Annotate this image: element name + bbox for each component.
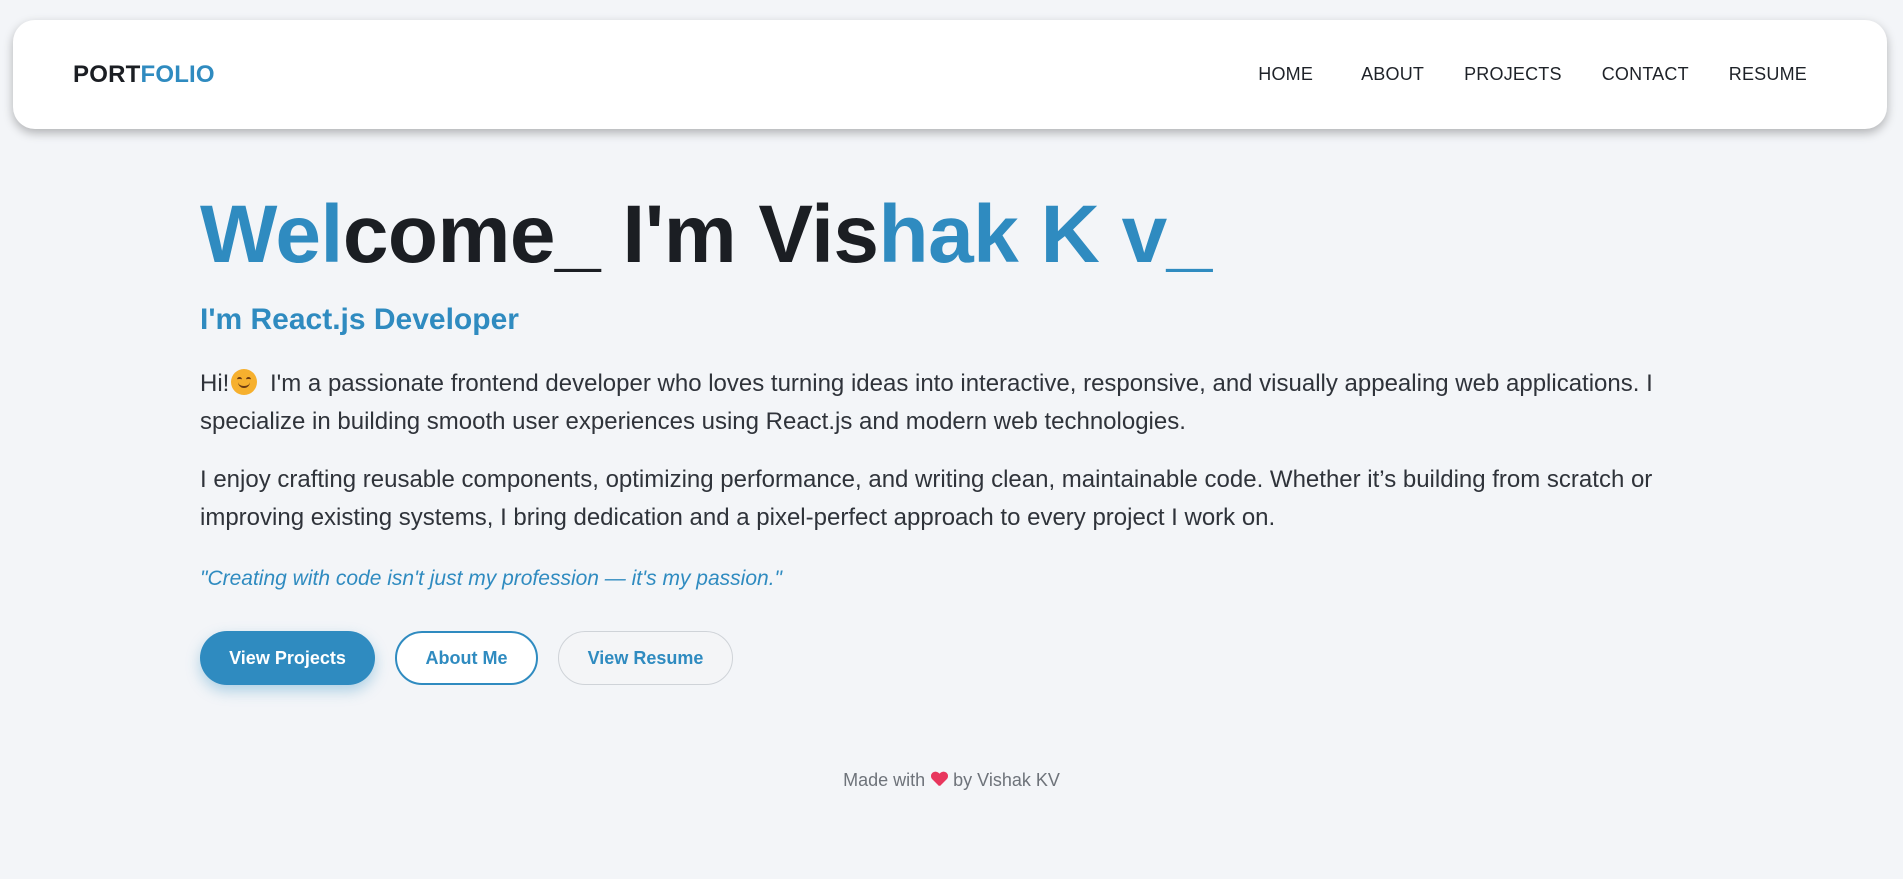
intro-paragraph: Hi! I'm a passionate frontend developer … — [200, 365, 1720, 441]
intro-text: I'm a passionate frontend developer who … — [200, 370, 1653, 435]
footer: Made with by Vishak KV — [0, 770, 1903, 791]
nav-link-resume[interactable]: RESUME — [1729, 64, 1807, 85]
logo[interactable]: PORTFOLIO — [73, 61, 215, 89]
heart-icon — [931, 772, 947, 788]
skills-paragraph: I enjoy crafting reusable components, op… — [200, 466, 1653, 531]
hero-headline: Welcome_ I'm Vishak K v_ — [200, 185, 1720, 285]
headline-part-2: come_ I'm Vis — [342, 189, 879, 280]
nav-link-contact[interactable]: CONTACT — [1602, 64, 1689, 85]
hero-subtitle: I'm React.js Developer — [200, 303, 519, 336]
view-resume-button[interactable]: View Resume — [558, 631, 733, 685]
nav-links: HOME ABOUT PROJECTS CONTACT RESUME — [1258, 64, 1807, 85]
view-projects-button[interactable]: View Projects — [200, 631, 375, 685]
intro-greeting: Hi! — [200, 370, 230, 397]
hero-quote: "Creating with code isn't just my profes… — [200, 567, 782, 590]
nav-link-about[interactable]: ABOUT — [1361, 64, 1424, 85]
hero-buttons: View Projects About Me View Resume — [200, 631, 1720, 685]
nav-link-projects[interactable]: PROJECTS — [1464, 64, 1562, 85]
hero-section: Welcome_ I'm Vishak K v_ I'm React.js De… — [200, 185, 1720, 685]
navbar: PORTFOLIO HOME ABOUT PROJECTS CONTACT RE… — [13, 20, 1887, 129]
logo-part-folio: FOLIO — [140, 60, 215, 88]
logo-part-port: PORT — [73, 60, 141, 88]
nav-link-home[interactable]: HOME — [1258, 64, 1313, 85]
about-me-button[interactable]: About Me — [395, 631, 538, 685]
headline-part-3: hak K v_ — [878, 189, 1212, 280]
smiling-face-icon — [231, 369, 258, 395]
headline-part-1: Wel — [200, 189, 343, 280]
footer-text-before: Made with — [843, 770, 926, 790]
footer-text-after: by Vishak KV — [953, 770, 1060, 790]
